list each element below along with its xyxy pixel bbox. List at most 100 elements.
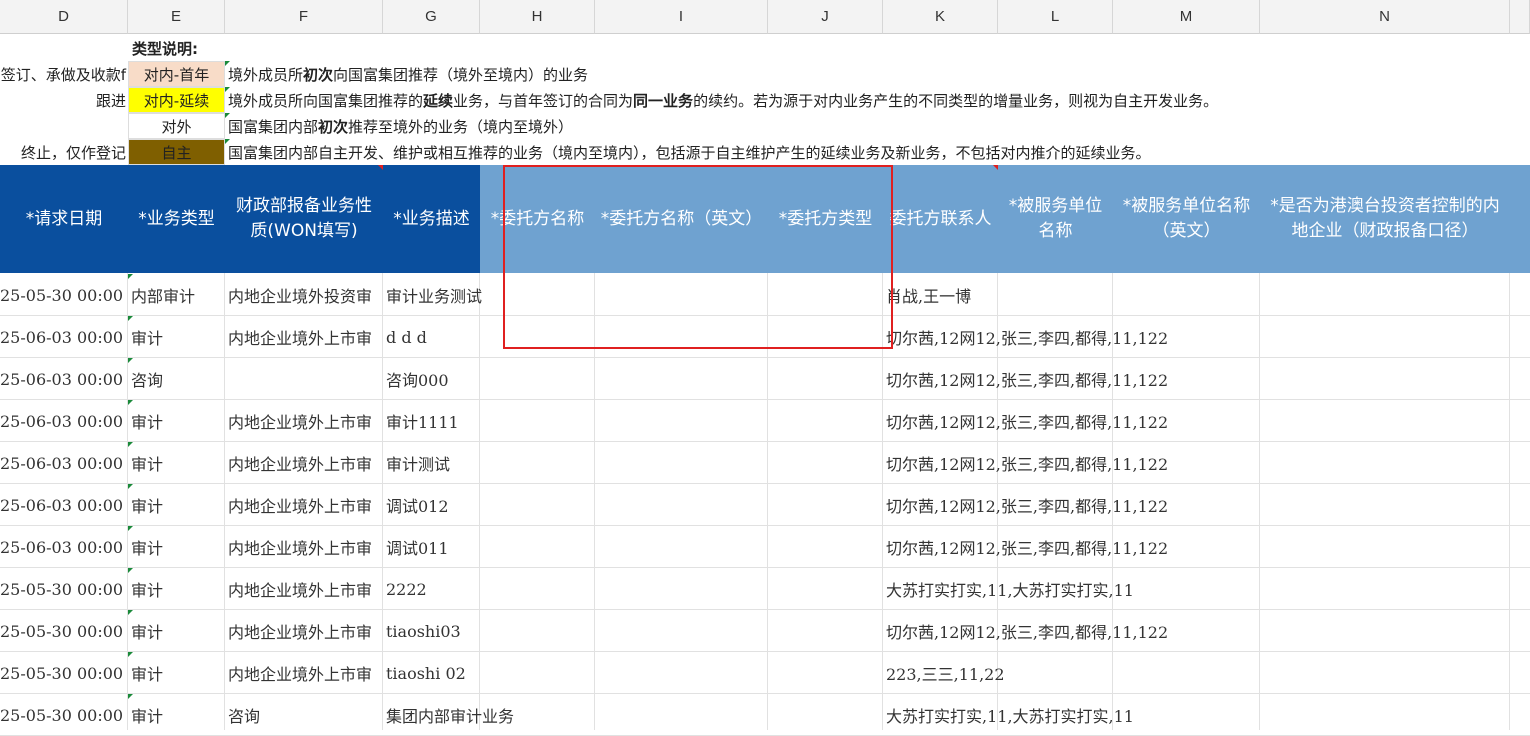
header-client-name[interactable]: *委托方名称 <box>480 165 595 273</box>
cell-desc[interactable]: 审计业务测试 <box>383 274 883 316</box>
cell-nature[interactable]: 内地企业境外上市审 <box>225 400 383 442</box>
legend-d-cell[interactable]: 终止，仅作登记 <box>0 139 128 165</box>
legend-desc-emphasis: 延续 <box>423 91 454 110</box>
legend-type-badge[interactable]: 对外 <box>128 113 225 139</box>
cell-note-marker <box>128 652 133 657</box>
cell-date[interactable]: 25-05-30 00:00 <box>0 610 128 652</box>
legend-type-badge[interactable]: 对内-延续 <box>128 87 225 113</box>
header-filler <box>1510 165 1530 273</box>
legend-description[interactable]: 境外成员所 初次 向国富集团推荐（境外至境内）的业务 <box>225 61 1525 87</box>
cell-desc[interactable]: tiaoshi 02 <box>383 652 883 694</box>
cell-desc[interactable]: 咨询000 <box>383 358 883 400</box>
cell-date[interactable]: 25-06-03 00:00 <box>0 400 128 442</box>
legend-description[interactable]: 境外成员所向国富集团推荐的 延续 业务，与首年签订的合同为 同一业务 的续约。若为源于对… <box>225 87 1525 113</box>
column-header-k[interactable]: K <box>883 0 998 34</box>
cell-type[interactable]: 审计 <box>128 400 225 442</box>
legend-desc-text: 的续约。若为源于对内业务产生的不同类型的增量业务，则视为自主开发业务。 <box>693 91 1219 110</box>
column-header-l[interactable]: L <box>998 0 1113 34</box>
legend-type-badge[interactable]: 自主 <box>128 139 225 165</box>
cell-nature[interactable]: 内地企业境外上市审 <box>225 610 383 652</box>
header-served-unit-name[interactable]: *被服务单位名称 <box>998 165 1113 273</box>
cell-note-marker <box>128 568 133 573</box>
cell-date[interactable]: 25-06-03 00:00 <box>0 442 128 484</box>
cell-desc[interactable]: tiaoshi03 <box>383 610 883 652</box>
cell-type[interactable]: 内部审计 <box>128 274 225 316</box>
cell-date[interactable]: 25-05-30 00:00 <box>0 652 128 694</box>
legend-desc-text: 向国富集团推荐（境外至境内）的业务 <box>333 65 589 84</box>
column-header-g[interactable]: G <box>383 0 480 34</box>
cell-desc[interactable]: 审计1111 <box>383 400 883 442</box>
cell-date[interactable]: 25-06-03 00:00 <box>0 358 128 400</box>
cell-nature[interactable] <box>225 358 383 400</box>
cell-contact[interactable]: 肖战,王一博 <box>883 274 1523 316</box>
header-served-unit-name-en[interactable]: *被服务单位名称（英文） <box>1113 165 1260 273</box>
cell-date[interactable]: 25-06-03 00:00 <box>0 526 128 568</box>
cell-note-marker <box>225 139 230 144</box>
column-header-m[interactable]: M <box>1113 0 1260 34</box>
cell-nature[interactable]: 内地企业境外上市审 <box>225 652 383 694</box>
cell-type[interactable]: 审计 <box>128 526 225 568</box>
cell-nature[interactable]: 内地企业境外上市审 <box>225 568 383 610</box>
cell-contact[interactable]: 切尔茜,12网12,张三,李四,都得,11,122 <box>883 526 1523 568</box>
cell-date[interactable]: 25-06-03 00:00 <box>0 484 128 526</box>
cell-type[interactable]: 审计 <box>128 610 225 652</box>
cell-contact[interactable]: 切尔茜,12网12,张三,李四,都得,11,122 <box>883 358 1523 400</box>
cell-contact[interactable]: 切尔茜,12网12,张三,李四,都得,11,122 <box>883 400 1523 442</box>
cell-type[interactable]: 审计 <box>128 568 225 610</box>
cell-date[interactable]: 25-05-30 00:00 <box>0 274 128 316</box>
cell-note-marker <box>128 484 133 489</box>
header-client-type[interactable]: *委托方类型 <box>768 165 883 273</box>
header-business-type[interactable]: *业务类型 <box>128 165 225 273</box>
header-mof-nature[interactable]: 财政部报备业务性质(WON填写) <box>225 165 383 273</box>
column-header-n[interactable]: N <box>1260 0 1510 34</box>
cell-contact[interactable]: 大苏打实打实,11,大苏打实打实,11 <box>883 568 1523 610</box>
column-header-e[interactable]: E <box>128 0 225 34</box>
cell-nature[interactable]: 内地企业境外上市审 <box>225 442 383 484</box>
column-header-filler <box>1510 0 1530 34</box>
legend-desc-text: 业务，与首年签订的合同为 <box>453 91 634 110</box>
cell-desc[interactable]: 审计测试 <box>383 442 883 484</box>
cell-contact[interactable]: 切尔茜,12网12,张三,李四,都得,11,122 <box>883 484 1523 526</box>
legend-d-cell[interactable] <box>0 113 128 139</box>
cell-type[interactable]: 审计 <box>128 442 225 484</box>
cell-desc[interactable]: 调试011 <box>383 526 883 568</box>
column-header-f[interactable]: F <box>225 0 383 34</box>
cell-note-marker <box>128 316 133 321</box>
cell-type[interactable]: 审计 <box>128 484 225 526</box>
legend-description[interactable]: 国富集团内部自主开发、维护或相互推荐的业务（境内至境内），包括源于自主维护产生的… <box>225 139 1525 165</box>
column-header-i[interactable]: I <box>595 0 768 34</box>
column-header-d[interactable]: D <box>0 0 128 34</box>
cell-date[interactable]: 25-05-30 00:00 <box>0 568 128 610</box>
cell-nature[interactable]: 内地企业境外上市审 <box>225 484 383 526</box>
cell-nature[interactable]: 内地企业境外投资审 <box>225 274 383 316</box>
cell-note-marker <box>128 400 133 405</box>
header-client-name-en[interactable]: *委托方名称（英文） <box>595 165 768 273</box>
legend-desc-text: 国富集团内部 <box>228 117 319 136</box>
column-header-j[interactable]: J <box>768 0 883 34</box>
cell-nature[interactable]: 内地企业境外上市审 <box>225 316 383 358</box>
legend-description[interactable]: 国富集团内部 初次 推荐至境外的业务（境内至境外） <box>225 113 1525 139</box>
cell-type[interactable]: 咨询 <box>128 358 225 400</box>
header-hk-macao-tw[interactable]: *是否为港澳台投资者控制的内地企业（财政报备口径） <box>1260 165 1510 273</box>
legend-title[interactable]: 类型说明: <box>128 35 225 61</box>
legend-d-cell[interactable]: 跟进 <box>0 87 128 113</box>
cell-contact[interactable]: 223,三三,11,22 <box>883 652 1523 694</box>
header-request-date[interactable]: *请求日期 <box>0 165 128 273</box>
cell-date[interactable]: 25-06-03 00:00 <box>0 316 128 358</box>
cell-nature[interactable]: 内地企业境外上市审 <box>225 526 383 568</box>
column-header-h[interactable]: H <box>480 0 595 34</box>
legend-d-cell[interactable]: 签订、承做及收款f <box>0 61 128 87</box>
cell-contact[interactable]: 切尔茜,12网12,张三,李四,都得,11,122 <box>883 610 1523 652</box>
cell-type[interactable]: 审计 <box>128 316 225 358</box>
legend-desc-emphasis: 初次 <box>303 65 334 84</box>
cell-desc[interactable]: 调试012 <box>383 484 883 526</box>
cell-desc[interactable]: 2222 <box>383 568 883 610</box>
cell-contact[interactable]: 切尔茜,12网12,张三,李四,都得,11,122 <box>883 442 1523 484</box>
cell-desc[interactable]: d d d <box>383 316 883 358</box>
cell-contact[interactable]: 切尔茜,12网12,张三,李四,都得,11,122 <box>883 316 1523 358</box>
header-business-desc[interactable]: *业务描述 <box>383 165 480 273</box>
legend-type-badge[interactable]: 对内-首年 <box>128 61 225 87</box>
cell-type[interactable]: 审计 <box>128 652 225 694</box>
legend-desc-emphasis: 同一业务 <box>633 91 694 110</box>
header-client-contact[interactable]: 委托方联系人 <box>883 165 998 273</box>
